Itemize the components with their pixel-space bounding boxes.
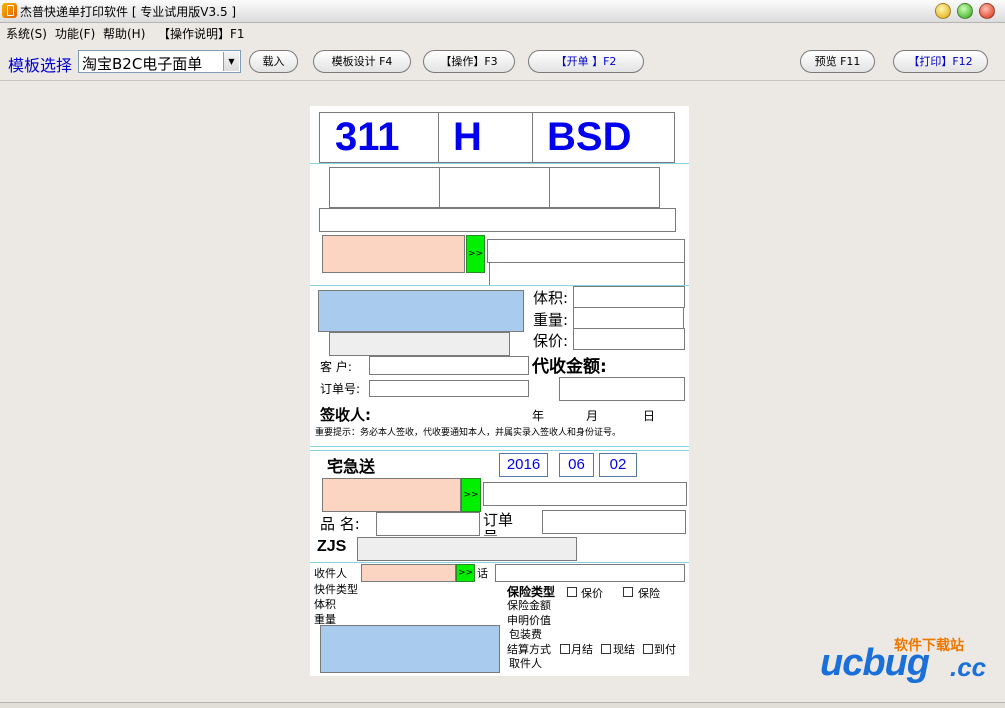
- close-button[interactable]: [979, 3, 995, 19]
- signer-label: 签收人:: [320, 406, 371, 424]
- maximize-button[interactable]: [957, 3, 973, 19]
- field-box[interactable]: [549, 167, 660, 208]
- code-h: H: [453, 115, 482, 159]
- zjs-field[interactable]: [357, 537, 577, 561]
- code-311: 311: [335, 115, 400, 159]
- watermark-tld: .cc: [950, 652, 987, 682]
- monthly-option-label: 月结: [571, 643, 593, 656]
- weight-label: 重量:: [533, 311, 569, 329]
- zjs-label: ZJS: [317, 538, 347, 555]
- divider: [310, 446, 689, 447]
- product-name-field[interactable]: [376, 512, 480, 536]
- watermark-en: ucbug: [820, 642, 930, 684]
- sender-field[interactable]: [322, 235, 465, 273]
- code-box-3[interactable]: BSD: [532, 112, 675, 163]
- code-box-1[interactable]: 311: [319, 112, 439, 163]
- recipient-address-field[interactable]: [318, 290, 524, 332]
- month-label: 月: [586, 409, 599, 423]
- date-day-field[interactable]: 02: [599, 453, 637, 477]
- arrow-button-2[interactable]: >>: [461, 478, 481, 512]
- open-order-button[interactable]: 【开单 】F2: [528, 50, 644, 73]
- cash-option-label: 现结: [613, 643, 635, 656]
- cod-amount-field[interactable]: [559, 377, 685, 401]
- insured-label: 保价:: [533, 332, 569, 350]
- print-button[interactable]: 【打印】F12: [893, 50, 988, 73]
- menu-help[interactable]: 帮助(H): [103, 25, 145, 42]
- order-label: 订单号: [483, 512, 514, 536]
- status-bar: [0, 702, 1005, 708]
- field-box[interactable]: [329, 167, 441, 208]
- divider: [310, 163, 689, 164]
- phone-field-2[interactable]: [483, 482, 687, 506]
- field-box[interactable]: [439, 167, 551, 208]
- home-delivery-label: 宅急送: [327, 457, 376, 476]
- site-watermark: 软件下载站 ucbug .cc: [820, 630, 1005, 690]
- phone-field[interactable]: [487, 239, 685, 263]
- window-title: 杰普快递单打印软件 [ 专业试用版V3.5 ]: [20, 5, 237, 19]
- insured-amount-label: 保险金额: [507, 599, 551, 612]
- cod-amount-label: 代收金额:: [532, 357, 607, 377]
- code-box-2[interactable]: H: [438, 112, 533, 163]
- insured-option-label: 保价: [581, 587, 603, 600]
- customer-field[interactable]: [369, 356, 529, 375]
- express-type-label: 快件类型: [314, 583, 358, 596]
- template-design-button[interactable]: 模板设计 F4: [313, 50, 411, 73]
- phone-label: 话: [477, 567, 488, 580]
- volume-field[interactable]: [573, 286, 685, 308]
- monthly-checkbox[interactable]: [560, 644, 570, 654]
- pickup-person-label: 取件人: [509, 657, 542, 670]
- divider: [310, 450, 689, 451]
- menu-system[interactable]: 系统(S): [6, 25, 47, 42]
- product-name-label: 品 名:: [320, 515, 360, 533]
- date-month-field[interactable]: 06: [559, 453, 594, 477]
- field-box[interactable]: [489, 262, 685, 286]
- customer-label: 客 户:: [320, 360, 352, 374]
- template-select-value: 淘宝B2C电子面单: [82, 55, 203, 73]
- field-box[interactable]: [329, 332, 510, 356]
- title-bar: 杰普快递单打印软件 [ 专业试用版V3.5 ]: [0, 0, 1005, 23]
- volume-label-2: 体积: [314, 598, 336, 611]
- chevron-down-icon[interactable]: ▼: [223, 52, 239, 71]
- insurance-option-label: 保险: [638, 587, 660, 600]
- volume-label: 体积:: [533, 289, 569, 307]
- order-number-field[interactable]: [369, 380, 529, 397]
- divider: [310, 562, 689, 563]
- arrow-button-3[interactable]: >>: [456, 564, 475, 582]
- date-year-field[interactable]: 2016: [499, 453, 548, 477]
- order-field[interactable]: [542, 510, 686, 534]
- packing-fee-label: 包装费: [509, 628, 542, 641]
- app-icon: [2, 3, 17, 18]
- preview-button[interactable]: 预览 F11: [800, 50, 875, 73]
- weight-field[interactable]: [573, 307, 684, 329]
- load-button[interactable]: 载入: [249, 50, 298, 73]
- menu-instructions[interactable]: 【操作说明】F1: [158, 25, 245, 42]
- menu-function[interactable]: 功能(F): [55, 25, 95, 42]
- year-label: 年: [532, 409, 545, 423]
- recipient-label: 收件人: [314, 567, 347, 580]
- code-bsd: BSD: [547, 115, 632, 159]
- toolbar: 模板选择 淘宝B2C电子面单 ▼ 载入 模板设计 F4 【操作】F3 【开单 】…: [0, 42, 1005, 81]
- recipient-field[interactable]: [361, 564, 456, 582]
- operate-button[interactable]: 【操作】F3: [423, 50, 515, 73]
- template-select[interactable]: 淘宝B2C电子面单 ▼: [78, 50, 241, 73]
- waybill-preview: 311 H BSD >> 体积: 重量: 保价: 客 户: 代收金额: 订单号:…: [310, 106, 689, 676]
- address-field[interactable]: [319, 208, 676, 232]
- insured-field[interactable]: [573, 328, 685, 350]
- cod-checkbox[interactable]: [643, 644, 653, 654]
- minimize-button[interactable]: [935, 3, 951, 19]
- insurance-checkbox[interactable]: [623, 587, 633, 597]
- recipient-address-field-2[interactable]: [320, 625, 500, 673]
- sender-field-2[interactable]: [322, 478, 461, 512]
- recipient-phone-field[interactable]: [495, 564, 685, 582]
- menu-bar: 系统(S) 功能(F) 帮助(H) 【操作说明】F1: [0, 22, 1005, 42]
- cod-option-label: 到付: [654, 643, 676, 656]
- insured-checkbox[interactable]: [567, 587, 577, 597]
- day-label: 日: [643, 409, 656, 423]
- signing-notice: 重要提示：务必本人签收，代收要通知本人，并属实录入签收人和身份证号。: [315, 428, 622, 438]
- arrow-button[interactable]: >>: [466, 235, 485, 273]
- cash-checkbox[interactable]: [601, 644, 611, 654]
- template-select-label: 模板选择: [8, 56, 73, 75]
- order-number-label: 订单号:: [320, 382, 361, 396]
